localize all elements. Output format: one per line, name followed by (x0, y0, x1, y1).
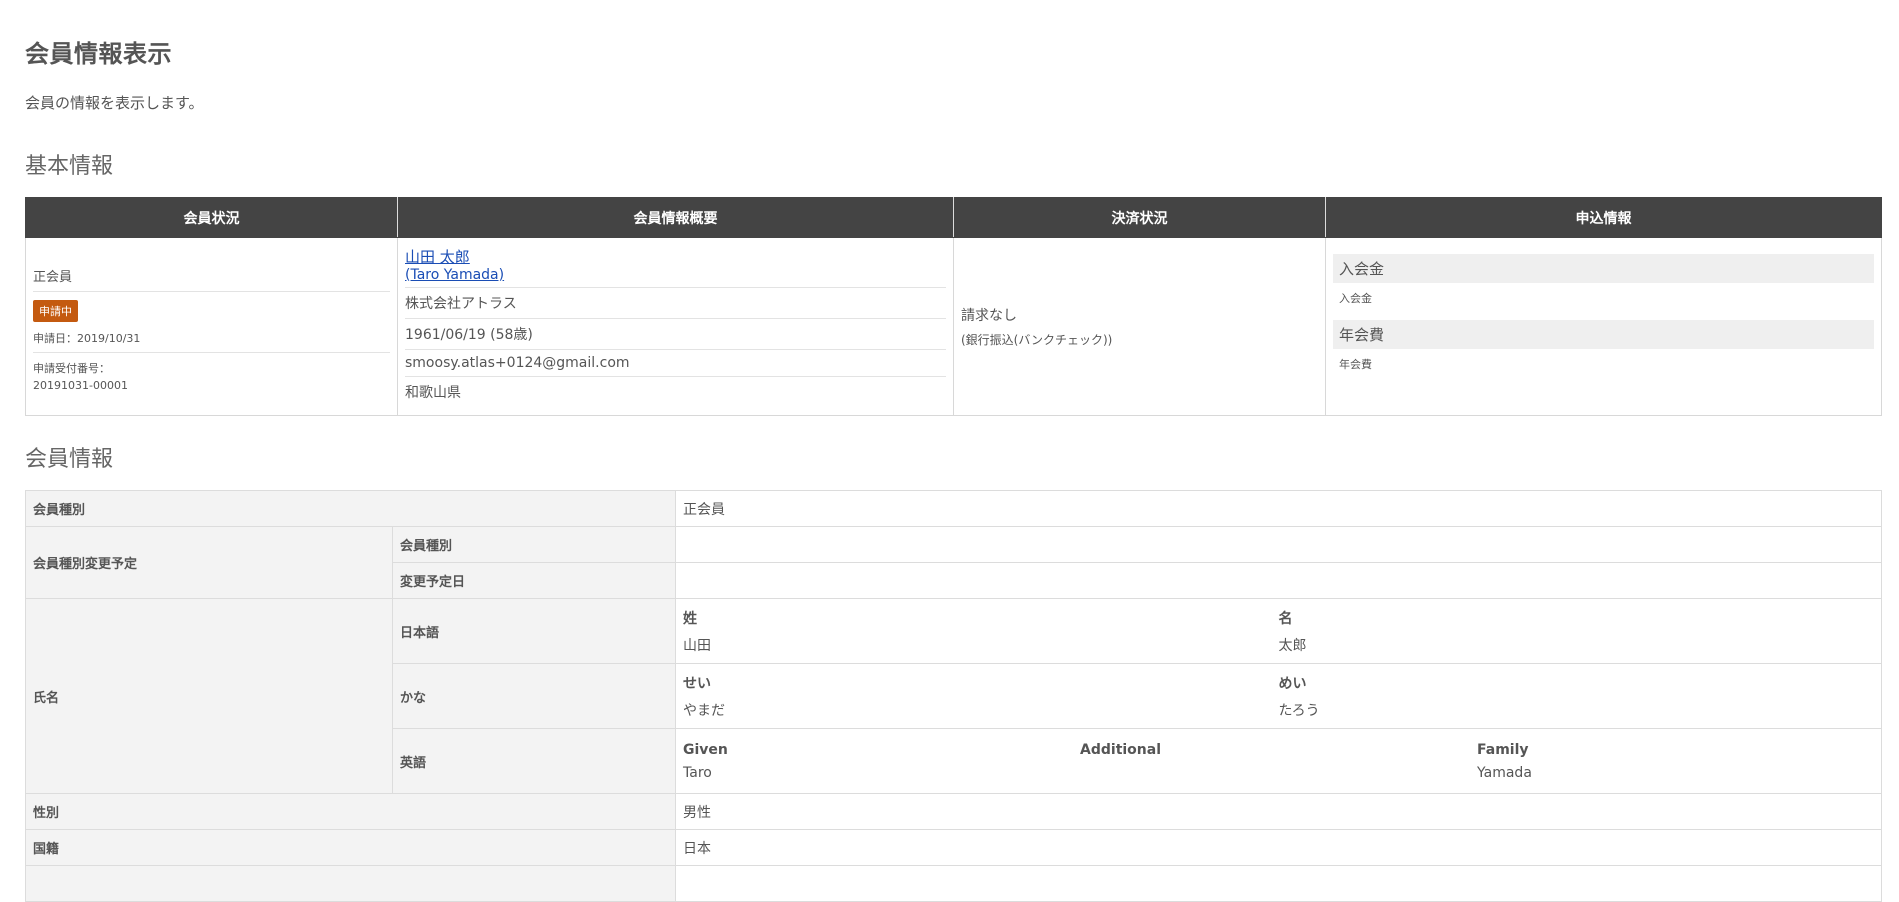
header-payment-status: 決済状況 (953, 197, 1326, 238)
entrance-fee-header: 入会金 (1333, 254, 1874, 283)
kana-label: かな (391, 663, 677, 729)
status-badge: 申請中 (33, 299, 78, 322)
table-row: 国籍 日本 (24, 829, 1883, 866)
english-name-cell: Given Taro Additional Family Yamada (675, 728, 1883, 794)
additional-label: Additional (1080, 741, 1162, 758)
first-name-value: 太郎 (1278, 637, 1307, 654)
change-type-value (675, 526, 1883, 563)
table-row: 性別 男性 (24, 793, 1883, 830)
member-overview-cell: 山田 太郎 (Taro Yamada) 株式会社アトラス 1961/06/19 … (397, 237, 954, 416)
table-row (24, 865, 1883, 902)
entrance-fee-value: 入会金 (1339, 292, 1372, 305)
last-kana-label: せい (683, 675, 712, 692)
japanese-name-cell: 姓 山田 名 太郎 (675, 598, 1883, 664)
member-name-en-link[interactable]: (Taro Yamada) (405, 267, 946, 288)
annual-fee-value: 年会費 (1339, 358, 1372, 371)
payment-status-cell: 請求なし (銀行振込(バンクチェック)) (953, 237, 1326, 416)
application-info-cell: 入会金 入会金 年会費 年会費 (1325, 237, 1882, 416)
first-name-label: 名 (1278, 610, 1293, 627)
last-name-value: 山田 (683, 637, 712, 654)
page-title: 会員情報表示 (25, 40, 172, 68)
member-type-text: 正会員 (33, 260, 390, 292)
table-row: 氏名 日本語 姓 山田 名 太郎 (25, 598, 1883, 794)
japanese-label: 日本語 (391, 598, 677, 664)
gender-label: 性別 (24, 793, 677, 830)
header-member-overview: 会員情報概要 (397, 197, 954, 238)
section-title-member: 会員情報 (25, 447, 114, 472)
type-change-label: 会員種別変更予定 (25, 526, 393, 599)
member-type-value: 正会員 (675, 490, 1883, 527)
english-label: 英語 (391, 728, 677, 794)
last-kana-value: やまだ (683, 702, 726, 719)
given-label: Given (683, 741, 728, 758)
family-label: Family (1477, 741, 1529, 758)
change-date-label: 変更予定日 (391, 562, 677, 599)
header-application-info: 申込情報 (1325, 197, 1882, 238)
receipt-number-block: 申請受付番号： 20191031-00001 (33, 353, 390, 394)
prefecture: 和歌山県 (405, 385, 461, 401)
receipt-label: 申請受付番号： (33, 361, 110, 375)
nationality-value: 日本 (675, 829, 1883, 866)
company-name: 株式会社アトラス (405, 288, 946, 319)
last-name-label: 姓 (683, 610, 698, 627)
header-member-status: 会員状況 (25, 197, 398, 238)
birthday: 1961/06/19 (58歳) (405, 319, 946, 350)
full-name-label: 氏名 (25, 598, 393, 794)
payment-status-text: 請求なし (961, 308, 1017, 324)
section-title-basic: 基本情報 (25, 154, 114, 179)
member-name-link[interactable]: 山田 太郎 (405, 246, 946, 267)
member-details-table: 会員種別 正会員 会員種別変更予定 会員種別 変更予定日 氏名 日本語 姓 山田 (24, 490, 1883, 902)
first-kana-value: たろう (1278, 702, 1320, 719)
change-type-label: 会員種別 (391, 526, 677, 563)
nationality-label: 国籍 (24, 829, 677, 866)
change-date-value (675, 562, 1883, 599)
annual-fee-header: 年会費 (1333, 320, 1874, 349)
payment-method-text: (銀行振込(バンクチェック)) (961, 333, 1113, 347)
given-value: Taro (683, 764, 712, 781)
receipt-number: 20191031-00001 (33, 378, 128, 392)
member-type-label: 会員種別 (24, 490, 677, 527)
page-description: 会員の情報を表示します。 (25, 94, 204, 112)
table-row: 会員種別変更予定 会員種別 (25, 526, 1883, 599)
family-value: Yamada (1477, 764, 1532, 781)
additional-value (1080, 765, 1477, 781)
first-kana-label: めい (1278, 675, 1307, 692)
email-address: smoosy.atlas+0124@gmail.com (405, 350, 946, 377)
application-date: 申請日：2019/10/31 (33, 328, 390, 353)
next-row-value (675, 865, 1883, 902)
table-row: 会員種別 正会員 (24, 490, 1883, 527)
gender-value: 男性 (675, 793, 1883, 830)
next-row-label (24, 865, 677, 902)
member-status-cell: 正会員 申請中 申請日：2019/10/31 申請受付番号： 20191031-… (25, 237, 398, 416)
kana-name-cell: せい やまだ めい たろう (675, 663, 1883, 729)
summary-table: 会員状況 会員情報概要 決済状況 申込情報 正会員 申請中 申請日：2019/1… (25, 197, 1882, 416)
